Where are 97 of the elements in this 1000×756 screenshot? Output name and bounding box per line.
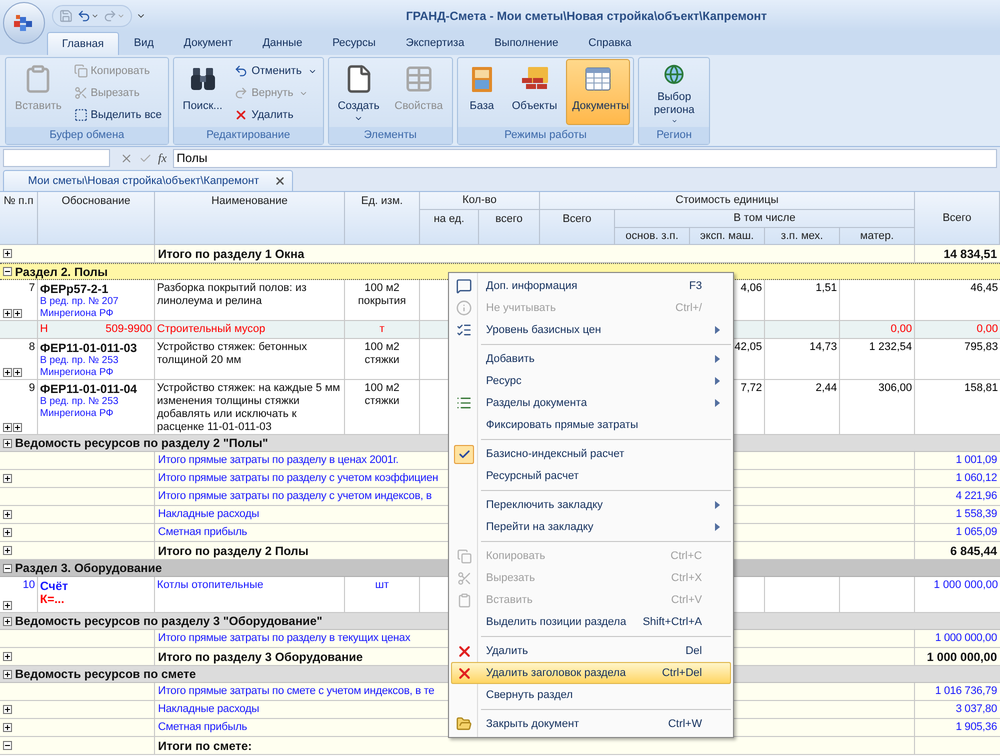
shortcut-label: Ctrl+/ [675,300,702,316]
table-cell: 306,00 [878,382,912,394]
table-cell: 158,81 [964,382,998,394]
shortcut-label: Ctrl+X [671,570,702,586]
table-cell: 0,00 [976,323,998,335]
row-number: 10 [22,579,35,592]
total-label: Итого по разделу 3 Оборудование [158,648,363,666]
total-label: Итого по разделу 2 Полы [158,542,309,560]
item-name: Устройство стяжек: бетонных толщиной 20 мм [157,341,308,366]
total-label: Итого прямые затраты по разделу с учетом коэффициен [158,471,438,486]
unit-label: 100 м2 покрытия [358,282,406,307]
unit-label: 100 м2 стяжки [364,341,400,366]
total-label: Итого прямые затраты по разделу с учетом индексов, в [158,489,432,504]
window-title: ГРАНД-Смета - Мои сметы\Новая стройка\объект\Капремонт [406,8,767,24]
group-title: Буфер обмена [6,127,168,144]
rate-code: ФЕРр57-2-1 [40,282,110,296]
group-title: Редактирование [174,127,323,144]
total-value: 1 000 000,00 [926,648,997,666]
column-header: з.п. мех. [780,230,824,242]
rate-note: В ред. пр. № 253 Минрегиона РФ [40,355,120,379]
shortcut-label: F3 [689,278,702,294]
total-value: 3 037,80 [956,702,997,718]
total-value: 6 845,44 [950,542,997,560]
rate-note: К=... [40,593,66,606]
table-cell: 1 000 000,00 [934,579,998,591]
column-header: Ед. изм. [361,195,403,208]
rate-code: Счёт [40,579,70,593]
row-number: 9 [28,382,35,395]
table-cell: 1,51 [816,282,837,294]
item-name: Строительный мусор [157,323,266,335]
table-cell: 46,45 [970,282,998,294]
column-header: Всего [562,213,592,226]
table-cell: 0,00 [890,323,912,335]
shortcut-label: Ctrl+W [668,716,702,732]
rate-code: ФЕР11-01-011-04 [40,382,138,396]
total-label: Итоги по смете: [158,738,252,754]
total-label: Сметная прибыль [158,720,248,736]
item-name: Устройство стяжек: на каждые 5 мм изменения толщины стяжки добавлять или исключать к расценке 11-01-011-03 [157,382,340,433]
rate-code: ФЕР11-01-011-03 [40,341,138,355]
shortcut-label: Ctrl+C [670,548,702,564]
row-number: 7 [28,282,35,295]
resource-type: Н [40,323,48,337]
group-title: Элементы [328,127,452,144]
section-title: Ведомость ресурсов по разделу 2 "Полы" [15,435,268,452]
total-value: 1 060,12 [956,471,997,486]
column-header: матер. [860,230,894,242]
column-header: Стоимость единицы [676,194,778,207]
group-title: Регион [639,127,710,144]
item-name: Разборка покрытий полов: из линолеума и релина [157,282,307,307]
column-header: Обоснование [62,195,130,208]
column-header: В том числе [734,212,796,225]
table-cell: 14,73 [809,341,837,353]
total-value: 1 558,39 [956,507,997,522]
column-header: эксп. маш. [700,230,754,242]
section-title: Раздел 2. Полы [15,264,108,280]
shortcut-label: Ctrl+V [671,592,702,608]
section-title: Раздел 3. Оборудование [15,560,162,577]
total-label: Накладные расходы [158,702,260,718]
column-header: № п.п [4,195,34,208]
table-cell: 7,72 [740,382,762,394]
total-value: 1 905,36 [956,720,997,736]
unit-label: шт [375,579,389,591]
column-header: всего [495,213,523,226]
total-value: 4 221,96 [956,489,997,504]
column-header: на ед. [434,213,464,226]
column-header: Кол-во [462,194,497,207]
item-name: Котлы отопительные [157,579,264,591]
total-value: 1 016 736,79 [935,684,997,700]
rate-note: В ред. пр. № 207 Минрегиона РФ [40,296,120,320]
total-label: Накладные расходы [158,507,260,522]
section-title: Ведомость ресурсов по смете [15,666,196,683]
total-value: 1 000 000,00 [935,631,997,646]
total-label: Итого прямые затраты по смете с учетом индексов, в те [158,684,434,700]
table-cell: 2,44 [816,382,837,394]
resource-code: 509-9900 [106,323,152,337]
table-cell: 795,83 [964,341,998,353]
table-cell: 42,05 [734,341,762,353]
unit-label: 100 м2 стяжки [364,382,400,407]
total-value: 1 065,09 [956,525,997,540]
total-label: Итого прямые затраты по разделу в ценах 2001г. [158,453,399,468]
group-title: Режимы работы [458,127,634,144]
table-cell: 1 232,54 [869,341,912,353]
table-cell: 4,06 [740,282,762,294]
shortcut-label: Shift+Ctrl+A [642,614,702,630]
section-title: Ведомость ресурсов по разделу 3 "Оборудование" [15,613,322,630]
total-value: 14 834,51 [944,246,997,262]
shortcut-label: Ctrl+Del [662,666,702,681]
column-header: основ. з.п. [626,230,678,242]
column-header: Наименование [211,195,288,208]
rate-note: В ред. пр. № 253 Минрегиона РФ [40,396,120,420]
row-number: 8 [28,341,35,354]
column-header: Всего [942,212,972,224]
total-label: Итого по разделу 1 Окна [158,246,304,262]
total-label: Итого прямые затраты по разделу в текущих ценах [158,631,410,646]
total-label: Сметная прибыль [158,525,248,540]
unit-label: т [379,323,385,335]
total-value: 1 001,09 [956,453,997,468]
